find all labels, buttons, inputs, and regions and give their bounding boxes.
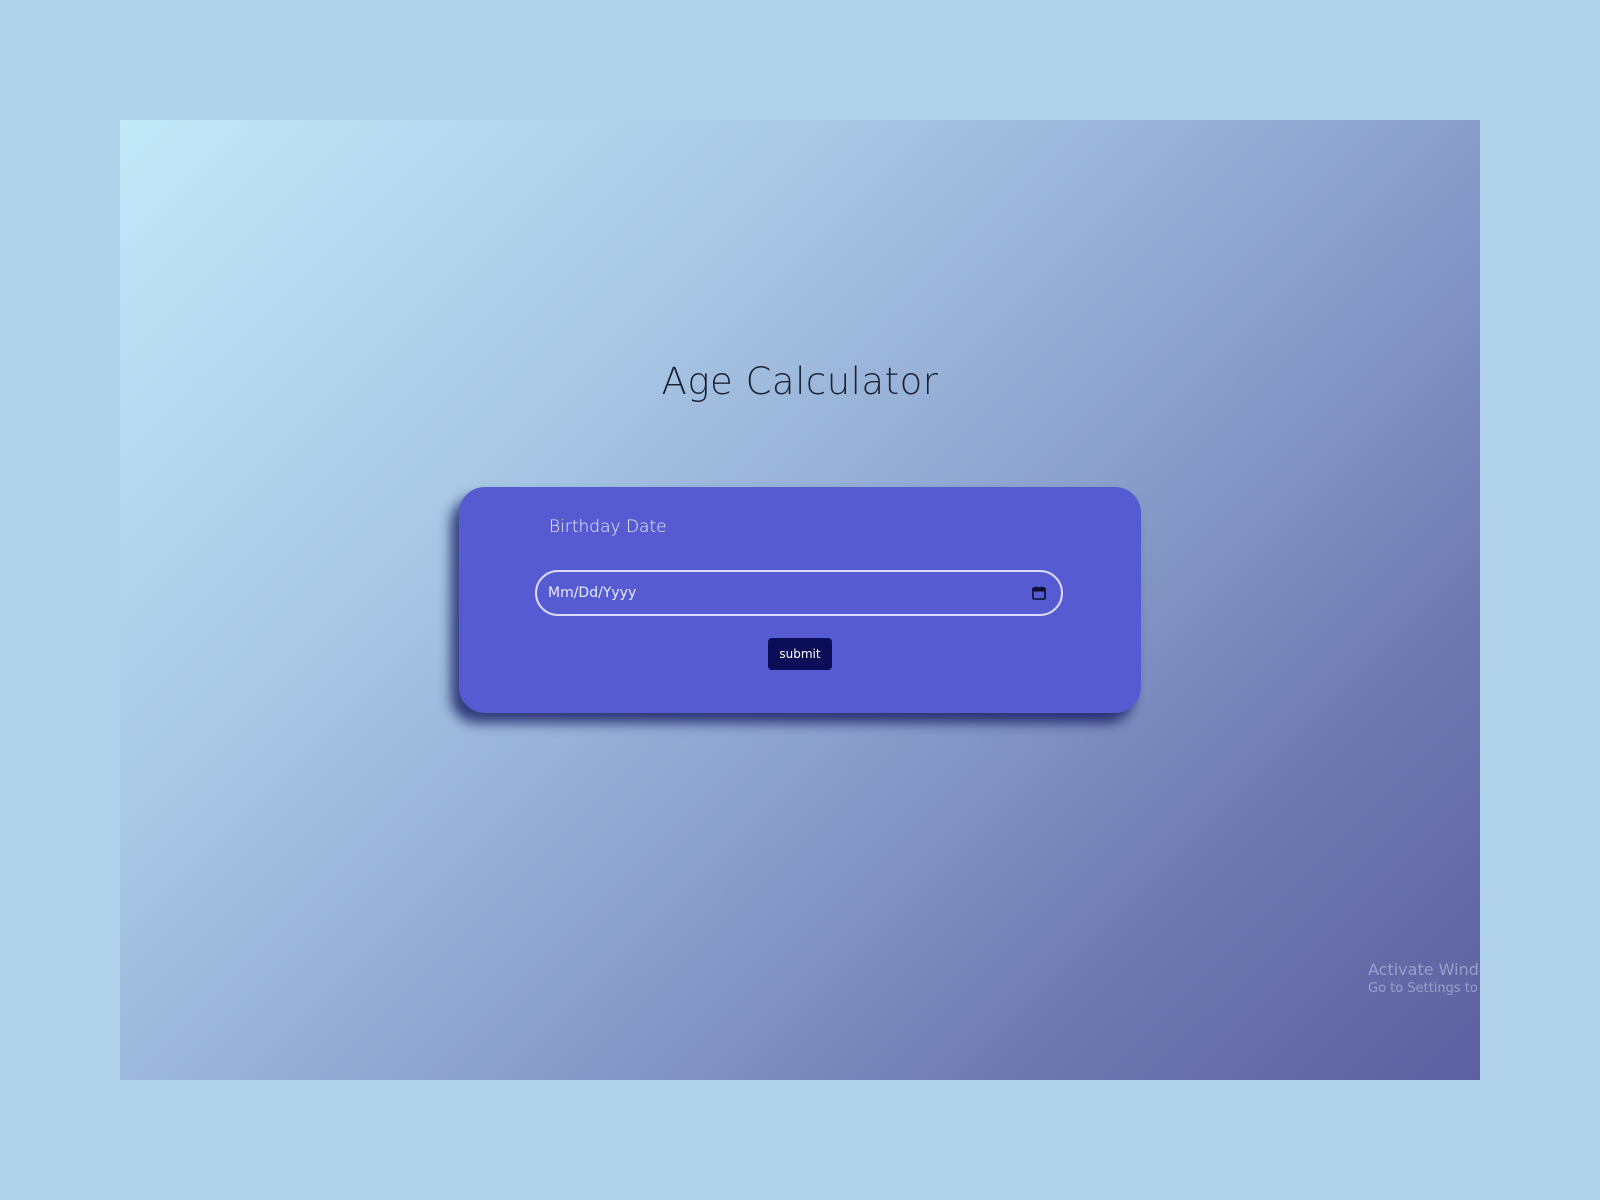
birthday-date-label: Birthday Date — [549, 517, 667, 537]
watermark-line-2: Go to Settings to activate Windows. — [1368, 981, 1480, 996]
app-screen: Age Calculator Birthday Date Mm/Dd/Yyyy … — [120, 120, 1480, 1080]
date-placeholder: Mm/Dd/Yyyy — [548, 585, 637, 601]
activate-windows-watermark: Activate Windows Go to Settings to activ… — [1368, 960, 1480, 996]
age-form-card: Birthday Date Mm/Dd/Yyyy submit — [459, 487, 1141, 713]
submit-button[interactable]: submit — [768, 638, 832, 670]
page-title: Age Calculator — [661, 360, 939, 403]
watermark-line-1: Activate Windows — [1368, 960, 1480, 979]
birthday-date-input[interactable]: Mm/Dd/Yyyy — [535, 570, 1063, 616]
calendar-icon[interactable] — [1031, 585, 1047, 601]
